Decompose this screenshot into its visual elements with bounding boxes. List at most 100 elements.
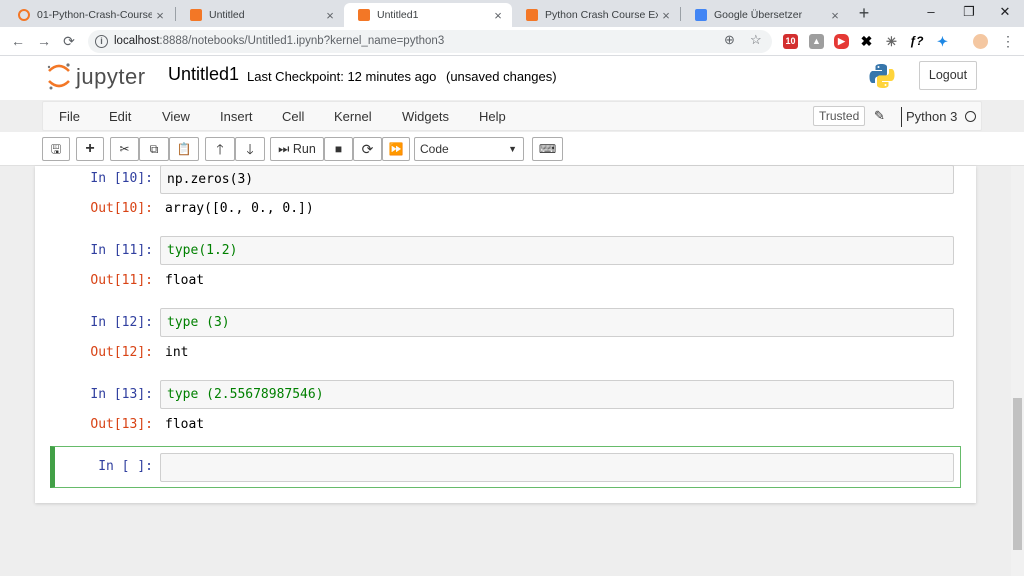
move-down-icon[interactable]: 🡓 bbox=[235, 137, 265, 161]
extension-cross-icon[interactable]: ✖ bbox=[859, 34, 874, 49]
checkpoint-status: Last Checkpoint: 12 minutes ago bbox=[247, 69, 437, 84]
tab-close-icon[interactable]: × bbox=[152, 8, 168, 23]
extension-youtube-icon[interactable]: ▶ bbox=[834, 34, 849, 49]
kernel-idle-indicator-icon bbox=[965, 111, 976, 122]
menu-insert[interactable]: Insert bbox=[220, 109, 253, 124]
notebook-toolbar: 🖫 + ✂ ⧉ 📋 🡑 🡓 ⏭ Run ■ ⟳ ⏩ Code ▼ ⌨ bbox=[0, 132, 1024, 166]
code-cell-input[interactable]: type (2.55678987546) bbox=[160, 380, 954, 409]
menu-edit[interactable]: Edit bbox=[109, 109, 131, 124]
interrupt-kernel-icon[interactable]: ■ bbox=[324, 137, 353, 161]
browser-address-bar: ← → ⟳ i localhost:8888/notebooks/Untitle… bbox=[0, 27, 1024, 56]
tab-close-icon[interactable]: × bbox=[658, 8, 674, 23]
zoom-icon[interactable]: ⊕ bbox=[724, 32, 735, 48]
code-cell-input[interactable]: type (3) bbox=[160, 308, 954, 337]
code-cell-input[interactable] bbox=[160, 453, 954, 482]
copy-icon[interactable]: ⧉ bbox=[139, 137, 169, 161]
extension-badge-count: 10 bbox=[785, 36, 796, 46]
browser-tab-python-exercises[interactable]: Python Crash Course Exercis × bbox=[512, 3, 680, 27]
browser-tab-untitled[interactable]: Untitled × bbox=[176, 3, 344, 27]
tab-close-icon[interactable]: × bbox=[322, 8, 338, 23]
cell-output: float bbox=[165, 417, 205, 432]
notebook-favicon-icon bbox=[358, 9, 370, 21]
browser-tab-google-translate[interactable]: Google Übersetzer × bbox=[681, 3, 849, 27]
cell-output: int bbox=[165, 345, 189, 360]
cell-type-select[interactable]: Code ▼ bbox=[414, 137, 524, 161]
back-arrow-icon[interactable]: ← bbox=[8, 32, 28, 52]
menu-bar: File Edit View Insert Cell Kernel Widget… bbox=[42, 101, 982, 131]
kernel-name[interactable]: Python 3 bbox=[906, 109, 957, 124]
menu-file[interactable]: File bbox=[59, 109, 80, 124]
profile-avatar[interactable] bbox=[973, 34, 988, 49]
window-minimize-button[interactable]: – bbox=[912, 0, 950, 27]
site-info-icon[interactable]: i bbox=[95, 35, 108, 48]
code-arguments: (1.2) bbox=[198, 243, 238, 258]
menu-kernel[interactable]: Kernel bbox=[334, 109, 372, 124]
cell-output: float bbox=[165, 273, 205, 288]
code-function: type bbox=[167, 243, 199, 258]
forward-arrow-icon[interactable]: → bbox=[34, 32, 54, 52]
browser-tab-strip: 01-Python-Crash-Course/ × Untitled × Unt… bbox=[0, 0, 1024, 27]
run-button[interactable]: ⏭ Run bbox=[270, 137, 324, 161]
cut-icon[interactable]: ✂ bbox=[110, 137, 139, 161]
output-prompt: Out[10]: bbox=[90, 201, 153, 216]
code-function: type bbox=[167, 315, 199, 330]
output-prompt: Out[11]: bbox=[90, 273, 153, 288]
command-palette-keyboard-icon[interactable]: ⌨ bbox=[532, 137, 563, 161]
tab-close-icon[interactable]: × bbox=[490, 8, 506, 23]
menu-widgets[interactable]: Widgets bbox=[402, 109, 449, 124]
restart-kernel-icon[interactable]: ⟳ bbox=[353, 137, 382, 161]
paste-icon[interactable]: 📋 bbox=[169, 137, 199, 161]
output-prompt: Out[12]: bbox=[90, 345, 153, 360]
menu-cell[interactable]: Cell bbox=[282, 109, 304, 124]
menu-help[interactable]: Help bbox=[479, 109, 506, 124]
code-arguments: (3) bbox=[198, 315, 230, 330]
browser-tab-untitled1[interactable]: Untitled1 × bbox=[344, 3, 512, 27]
window-close-button[interactable]: ✕ bbox=[986, 0, 1024, 27]
extension-formula-icon[interactable]: ƒ? bbox=[909, 34, 924, 49]
url-path: :8888/notebooks/Untitled1.ipynb?kernel_n… bbox=[159, 35, 445, 47]
scrollbar-thumb[interactable] bbox=[1013, 398, 1022, 550]
bookmark-star-icon[interactable]: ☆ bbox=[750, 32, 762, 48]
notebook-title[interactable]: Untitled1 bbox=[168, 64, 239, 85]
extension-drive-icon[interactable]: ▲ bbox=[809, 34, 824, 49]
code-cell-input[interactable]: np.zeros(3) bbox=[160, 165, 954, 194]
new-tab-button[interactable]: + bbox=[852, 3, 876, 25]
move-up-icon[interactable]: 🡑 bbox=[205, 137, 235, 161]
trusted-badge[interactable]: Trusted bbox=[813, 106, 866, 126]
window-maximize-button[interactable]: ❐ bbox=[950, 0, 988, 27]
tab-label: Google Übersetzer bbox=[714, 9, 803, 21]
browser-tab-python-crash-course[interactable]: 01-Python-Crash-Course/ × bbox=[4, 3, 174, 27]
url-host: localhost bbox=[114, 35, 160, 47]
input-prompt: In [10]: bbox=[90, 171, 153, 186]
cell-output: array([0., 0., 0.]) bbox=[165, 201, 314, 216]
code-function: np.zeros bbox=[167, 172, 230, 187]
input-prompt: In [ ]: bbox=[98, 459, 153, 474]
notebook-favicon-icon bbox=[526, 9, 538, 21]
logout-button[interactable]: Logout bbox=[919, 61, 977, 90]
jupyter-header: jupyter Untitled1 Last Checkpoint: 12 mi… bbox=[0, 56, 1024, 100]
code-arguments: (3) bbox=[229, 172, 254, 187]
jupyter-brand[interactable]: jupyter bbox=[76, 64, 146, 90]
extension-link-icon[interactable]: ✦ bbox=[935, 34, 950, 49]
input-prompt: In [13]: bbox=[90, 387, 153, 402]
jupyter-logo-icon[interactable] bbox=[46, 62, 72, 90]
notebook-favicon-icon bbox=[190, 9, 202, 21]
edit-pencil-icon[interactable]: ✎ bbox=[874, 108, 885, 124]
chevron-down-icon: ▼ bbox=[508, 144, 517, 154]
code-function: type bbox=[167, 387, 199, 402]
code-cell-input[interactable]: type(1.2) bbox=[160, 236, 954, 265]
tab-close-icon[interactable]: × bbox=[827, 8, 843, 23]
input-prompt: In [11]: bbox=[90, 243, 153, 258]
python-logo-icon bbox=[869, 64, 895, 88]
insert-cell-below-icon[interactable]: + bbox=[76, 137, 104, 161]
url-field[interactable]: i localhost:8888/notebooks/Untitled1.ipy… bbox=[88, 30, 772, 53]
menu-view[interactable]: View bbox=[162, 109, 190, 124]
reload-icon[interactable]: ⟳ bbox=[59, 32, 79, 52]
kernel-separator bbox=[901, 107, 902, 127]
restart-run-all-icon[interactable]: ⏩ bbox=[382, 137, 410, 161]
save-icon[interactable]: 🖫 bbox=[42, 137, 70, 161]
extension-badge-icon[interactable]: 10 bbox=[783, 34, 798, 49]
cell-type-value: Code bbox=[420, 142, 449, 156]
browser-menu-icon[interactable]: ⋮ bbox=[998, 32, 1018, 52]
extension-puzzle-icon[interactable]: ✳ bbox=[884, 34, 899, 49]
